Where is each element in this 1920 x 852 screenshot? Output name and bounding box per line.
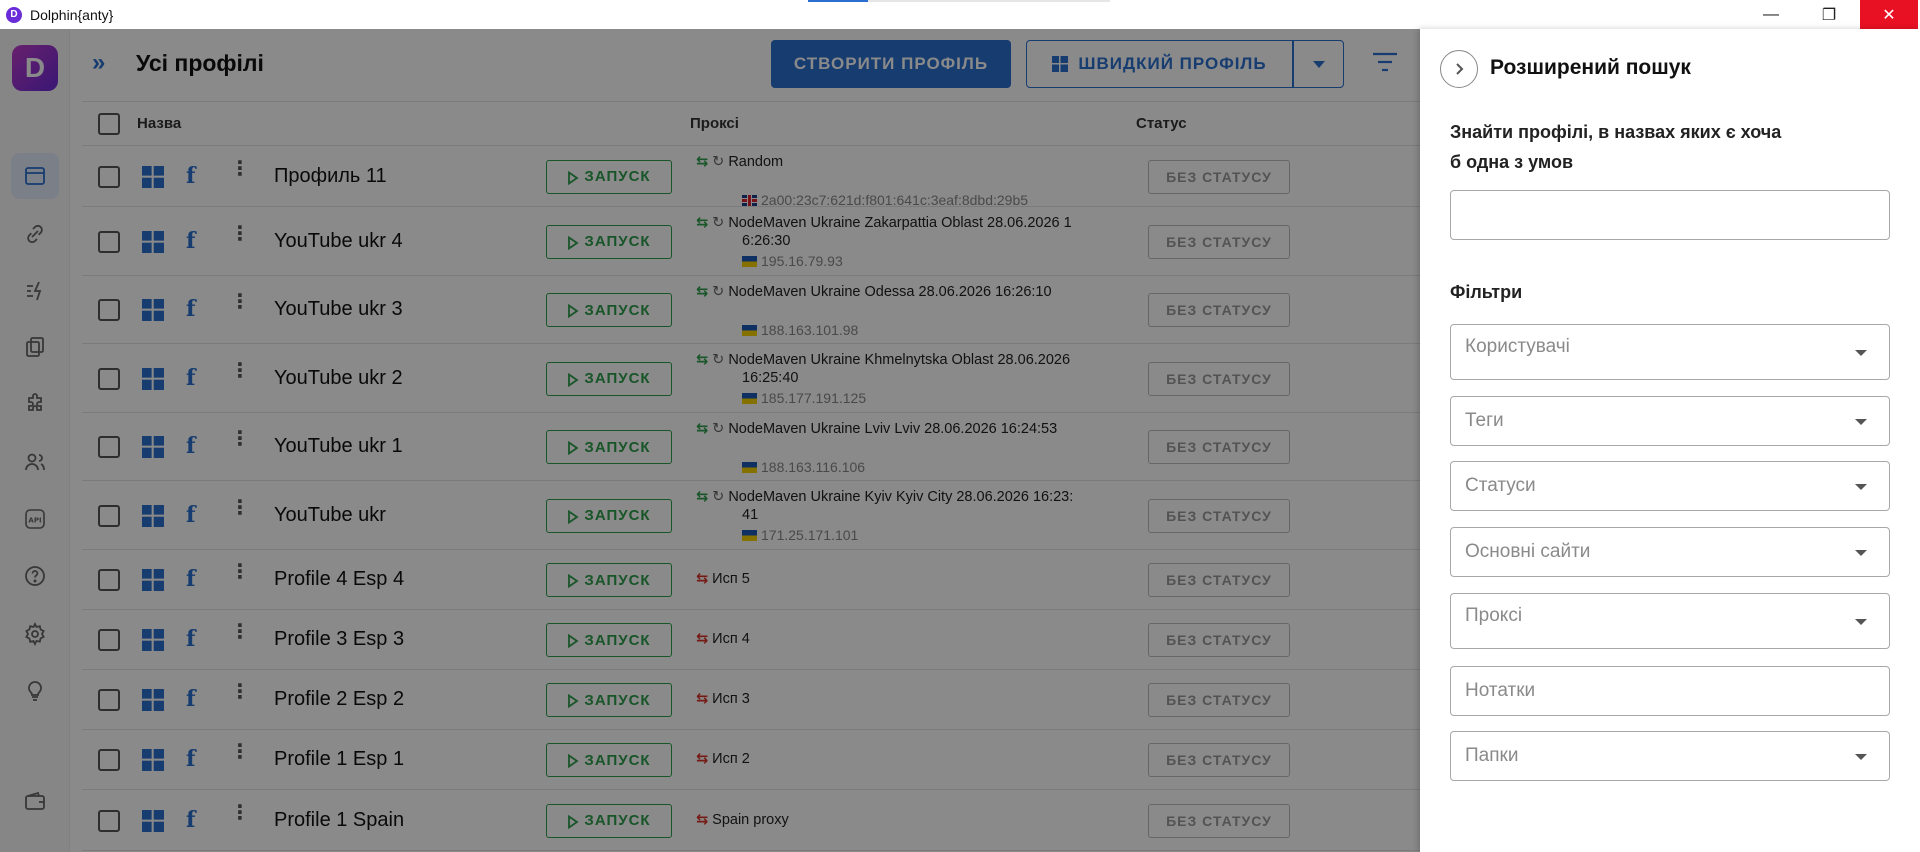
chevron-right-icon: [1456, 63, 1464, 75]
chevron-down-icon: [1855, 619, 1867, 625]
chevron-down-icon: [1855, 484, 1867, 490]
filter-select[interactable]: Теги: [1450, 396, 1890, 446]
filters-label: Фільтри: [1450, 282, 1523, 302]
filter-placeholder: Статуси: [1465, 475, 1536, 496]
search-description: Знайти профілі, в назвах яких є хоча б о…: [1450, 122, 1782, 172]
chevron-down-icon: [1855, 754, 1867, 760]
panel-title: Розширений пошук: [1490, 56, 1691, 79]
chevron-down-icon: [1855, 550, 1867, 556]
notes-input[interactable]: Нотатки: [1450, 666, 1890, 716]
modal-backdrop[interactable]: [0, 29, 1420, 852]
chevron-down-icon: [1855, 419, 1867, 425]
filter-placeholder: Користувачі: [1465, 336, 1570, 357]
minimize-button[interactable]: —: [1742, 0, 1800, 29]
filter-placeholder: Нотатки: [1465, 680, 1536, 701]
filter-placeholder: Проксі: [1465, 605, 1523, 626]
chevron-down-icon: [1855, 350, 1867, 356]
filter-select[interactable]: Проксі: [1450, 593, 1890, 649]
filter-select[interactable]: Папки: [1450, 731, 1890, 781]
filter-select[interactable]: Основні сайти: [1450, 527, 1890, 577]
close-window-button[interactable]: ✕: [1860, 0, 1918, 29]
filter-select[interactable]: Користувачі: [1450, 324, 1890, 380]
filter-select[interactable]: Статуси: [1450, 461, 1890, 511]
advanced-search-panel: Розширений пошук Знайти профілі, в назва…: [1420, 29, 1920, 852]
window-title: Dolphin{anty}: [30, 6, 114, 23]
restore-button[interactable]: ❐: [1800, 0, 1858, 29]
filter-placeholder: Папки: [1465, 745, 1519, 766]
loading-bar: [808, 0, 1110, 2]
filter-placeholder: Основні сайти: [1465, 541, 1591, 562]
filter-placeholder: Теги: [1465, 410, 1504, 431]
collapse-panel-button[interactable]: [1440, 50, 1478, 88]
title-bar: D Dolphin{anty} — ❐ ✕: [0, 0, 1920, 29]
app-logo-icon: D: [6, 6, 22, 23]
name-search-input[interactable]: [1450, 190, 1890, 240]
